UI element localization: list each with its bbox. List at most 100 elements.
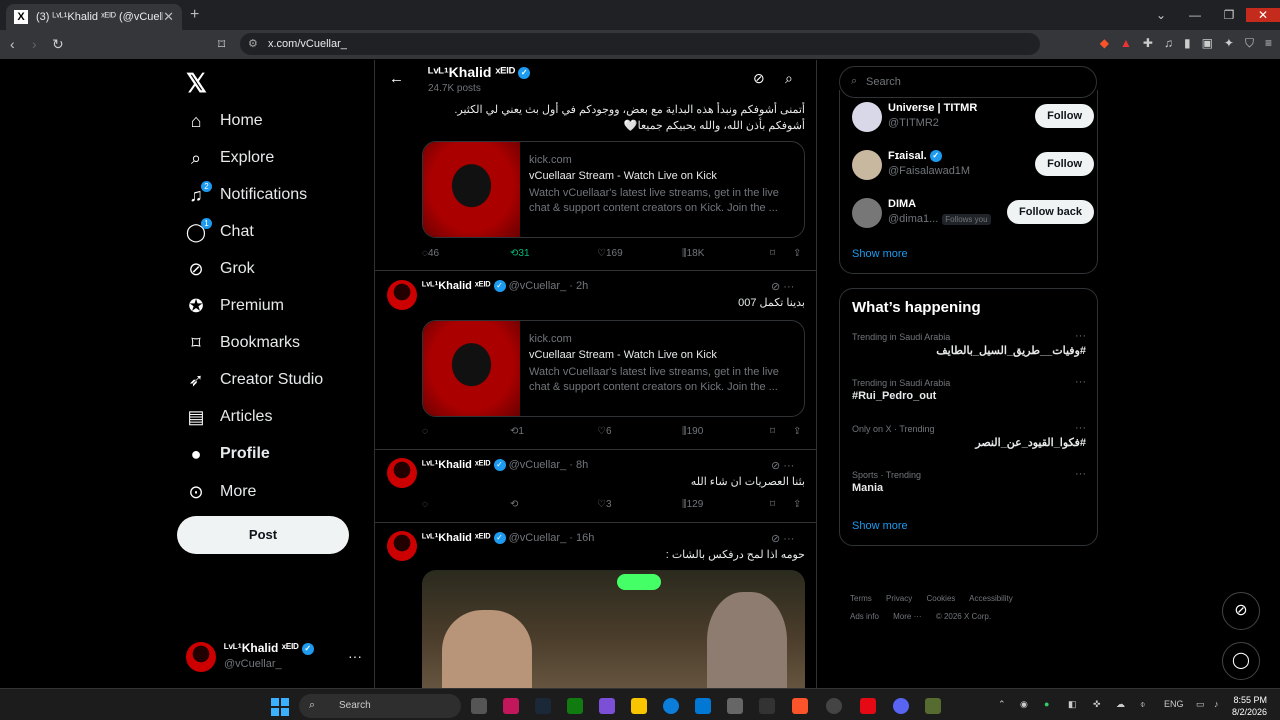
nav-notifications[interactable]: ♫ 2 Notifications [184, 180, 307, 209]
windows-start-icon[interactable] [271, 698, 289, 716]
repost-button[interactable]: ⟲ [510, 499, 518, 510]
like-button[interactable]: ♡ 6 [597, 426, 612, 437]
footer-link[interactable]: Ads info [850, 612, 879, 621]
close-window-icon[interactable]: ✕ [1246, 8, 1280, 22]
share-icon[interactable]: ⇪ [793, 248, 801, 259]
avatar[interactable] [387, 458, 417, 488]
x-logo-icon[interactable]: 𝕏 [186, 68, 207, 99]
reply-button[interactable]: ◌ [422, 499, 428, 510]
wallet-icon[interactable]: ▣ [1202, 36, 1213, 51]
follow-button[interactable]: Follow [1035, 104, 1094, 128]
back-arrow-icon[interactable]: ← [389, 70, 404, 87]
more-dots-icon[interactable]: ··· [1075, 376, 1086, 388]
views-button[interactable]: ⫼ 190 [682, 426, 703, 437]
nav-more[interactable]: ⊙ More [184, 478, 256, 506]
show-more-link[interactable]: Show more [852, 248, 908, 260]
grok-icon[interactable]: ⊘ [753, 70, 765, 87]
bookmark-page-icon[interactable]: ⌑ [218, 36, 225, 53]
menu-icon[interactable]: ≡ [1265, 36, 1272, 51]
sidebar-icon[interactable]: ▮ [1184, 36, 1191, 51]
new-tab-icon[interactable]: + [190, 6, 199, 24]
steam-icon[interactable] [535, 698, 551, 714]
leo-icon[interactable]: ✦ [1224, 36, 1234, 51]
avatar[interactable] [387, 531, 417, 561]
language-indicator[interactable]: ENG [1164, 699, 1184, 709]
nav-profile[interactable]: ● Profile [184, 440, 270, 468]
follow-suggestion[interactable]: DIMA @dima1... Follows you Follow back [852, 196, 1094, 230]
taskbar-search[interactable]: ⌕ Search [299, 694, 461, 718]
tray-icon[interactable]: ◉ [1020, 699, 1028, 710]
netflix-icon[interactable] [860, 698, 876, 714]
media-icon[interactable]: ♫ [1164, 36, 1173, 51]
tray-icon[interactable]: ◧ [1068, 699, 1077, 710]
xbox-icon[interactable] [567, 698, 583, 714]
share-icon[interactable]: ⇪ [793, 426, 801, 437]
footer-link[interactable]: More ··· [893, 612, 921, 621]
more-dots-icon[interactable]: ··· [783, 533, 794, 545]
more-dots-icon[interactable]: ··· [1075, 468, 1086, 480]
more-dots-icon[interactable]: ··· [783, 281, 794, 293]
nav-articles[interactable]: ▤ Articles [184, 403, 272, 431]
chat-fab-icon[interactable]: ◯ [1222, 642, 1260, 680]
rewards-icon[interactable]: ▲ [1120, 36, 1132, 51]
search-input[interactable]: ⌕ Search [839, 66, 1097, 98]
grok-icon[interactable]: ⊘ [771, 281, 780, 293]
file-explorer-icon[interactable] [631, 698, 647, 714]
store-icon[interactable] [695, 698, 711, 714]
trend-item[interactable]: Trending in Saudi Arabia #Rui_Pedro_out … [852, 376, 1086, 402]
edge-icon[interactable] [663, 698, 679, 714]
nav-premium[interactable]: ✪ Premium [184, 292, 284, 320]
maximize-icon[interactable]: ❐ [1212, 8, 1246, 22]
nav-creator-studio[interactable]: ➶ Creator Studio [184, 366, 323, 394]
show-more-link[interactable]: Show more [852, 520, 908, 532]
reload-icon[interactable]: ↻ [52, 36, 64, 53]
minimize-icon[interactable]: — [1178, 8, 1212, 22]
tray-icon[interactable]: ✜ [1093, 699, 1101, 710]
vpn-icon[interactable]: ⛉ [1245, 36, 1254, 51]
grok-fab-icon[interactable]: ⊘ [1222, 592, 1260, 630]
mic-icon[interactable]: ⌽ [1140, 699, 1145, 710]
forward-icon[interactable]: › [32, 36, 37, 52]
nav-explore[interactable]: ⌕ Explore [184, 144, 274, 172]
views-button[interactable]: ⫼ 18K [682, 248, 704, 259]
app-icon[interactable] [727, 698, 743, 714]
tab-search-icon[interactable]: ⌄ [1144, 8, 1178, 22]
repost-button[interactable]: ⟲ 31 [510, 248, 530, 259]
site-info-icon[interactable]: ⚙ [248, 37, 258, 50]
trend-item[interactable]: Trending in Saudi Arabia #وفيات__طريق_ال… [852, 330, 1086, 357]
tray-icon[interactable]: ● [1044, 699, 1049, 709]
bookmark-icon[interactable]: ⌑ [770, 499, 775, 510]
grok-icon[interactable]: ⊘ [771, 460, 780, 472]
account-switcher[interactable]: ᴸᵛᴸ¹Khalid ˣᴱᴵᴰ ✓ @vCuellar_ ··· [186, 638, 366, 678]
search-icon[interactable]: ⌕ [785, 70, 793, 87]
footer-link[interactable]: Privacy [886, 594, 912, 603]
post-button[interactable]: Post [177, 516, 349, 554]
more-dots-icon[interactable]: ··· [1075, 422, 1086, 434]
volume-icon[interactable]: ♪ [1214, 699, 1219, 709]
app-icon[interactable] [759, 698, 775, 714]
link-card[interactable]: kick.com vCuellaar Stream - Watch Live o… [422, 320, 805, 417]
follow-suggestion[interactable]: Universe | TITMR @TITMR2 Follow [852, 100, 1094, 134]
footer-link[interactable]: Cookies [926, 594, 955, 603]
clock[interactable]: 8:55 PM 8/2/2026 [1232, 694, 1267, 718]
like-button[interactable]: ♡ 169 [597, 248, 623, 259]
nav-home[interactable]: ⌂ Home [184, 107, 263, 135]
nav-chat[interactable]: ◯ 1 Chat [184, 217, 254, 246]
brave-icon[interactable] [792, 698, 808, 714]
discord-icon[interactable] [893, 698, 909, 714]
post-video[interactable] [422, 570, 805, 688]
brave-shield-icon[interactable]: ◆ [1100, 36, 1109, 51]
network-icon[interactable]: ▭ [1196, 699, 1205, 710]
nav-grok[interactable]: ⊘ Grok [184, 255, 254, 283]
trend-item[interactable]: Only on X · Trending #فكوا_القيود_عن_الن… [852, 422, 1086, 449]
views-button[interactable]: ⫼ 129 [682, 499, 703, 510]
like-button[interactable]: ♡ 3 [597, 499, 612, 510]
grok-icon[interactable]: ⊘ [771, 533, 780, 545]
trend-item[interactable]: Sports · Trending Mania ··· [852, 468, 1086, 494]
link-card[interactable]: kick.com vCuellaar Stream - Watch Live o… [422, 141, 805, 238]
cloud-icon[interactable]: ☁ [1116, 699, 1125, 710]
close-tab-icon[interactable]: ✕ [163, 9, 174, 25]
bookmark-icon[interactable]: ⌑ [770, 248, 775, 259]
follow-suggestion[interactable]: Fɪaisal. ✓ @Faisalawad1M Follow [852, 148, 1094, 182]
bookmark-icon[interactable]: ⌑ [770, 426, 775, 437]
